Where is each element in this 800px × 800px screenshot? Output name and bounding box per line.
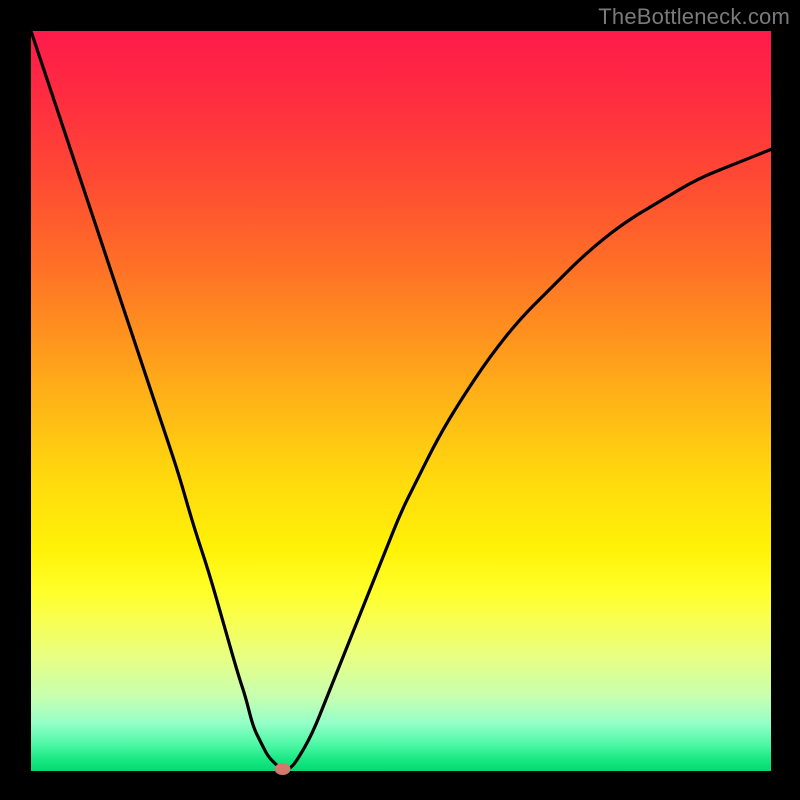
chart-frame: { "watermark": "TheBottleneck.com", "col… bbox=[0, 0, 800, 800]
optimum-marker bbox=[275, 763, 291, 775]
plot-background bbox=[31, 31, 771, 771]
bottleneck-chart bbox=[0, 0, 800, 800]
